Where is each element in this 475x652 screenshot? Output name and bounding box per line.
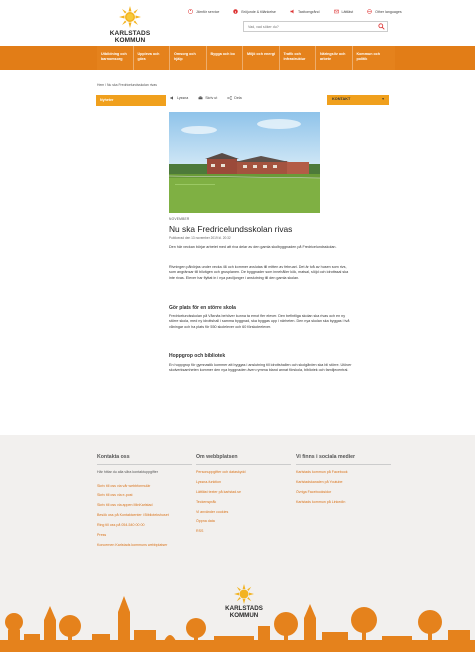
speaker-icon	[290, 9, 294, 14]
nav-item-trafik[interactable]: Trafik och infrastruktur	[280, 46, 316, 70]
footer-link[interactable]: Skriv till oss via vår webbformulär	[97, 484, 192, 489]
logo-text: KARLSTADS KOMMUN	[109, 30, 151, 44]
footer-link[interactable]: Lättläst texter på karlstad.se	[196, 490, 291, 495]
article-title: Nu ska Fredricelundsskolan rivas	[169, 224, 293, 234]
published-date: Publicerad den 13 november 2019 kl. 20:3…	[169, 236, 231, 240]
footer-heading: Kontakta oss	[97, 454, 192, 465]
listen-label: Lyssna	[177, 96, 189, 100]
article-paragraph: Fredricelundsskolan på Våxnäs behöver ku…	[169, 314, 350, 329]
footer-link[interactable]: Övriga Facebooksidor	[296, 490, 391, 495]
footer-link[interactable]: Skriv till oss via e-post	[97, 493, 192, 498]
footer-logo[interactable]: KARLSTADS KOMMUN	[212, 584, 276, 619]
article-hero-image	[169, 112, 320, 213]
print-icon	[198, 96, 203, 100]
top-link-label: Other languages	[375, 9, 402, 14]
footer-social-column: Vi finns i sociala medier Karlstads komm…	[296, 454, 391, 510]
footer-link[interactable]: Press	[97, 533, 192, 538]
share-label: Dela	[234, 96, 242, 100]
print-button[interactable]: Skriv ut	[198, 96, 217, 100]
footer-link[interactable]: Öppna data	[196, 519, 291, 524]
nav-item-naringsliv[interactable]: Näringsliv och arbete	[316, 46, 353, 70]
nav-item-utbildning[interactable]: Utbildning och barnomsorg	[97, 46, 134, 70]
footer-link[interactable]: Karlstads kommun på Facebook	[296, 470, 391, 475]
article-paragraph: En hoppgrop för gymnastik kommer att byg…	[169, 363, 352, 373]
listen-button[interactable]: Lyssna	[170, 96, 188, 100]
article-subheading: Hoppgrop och bibliotek	[169, 353, 226, 359]
nav-right-filler	[395, 46, 475, 70]
top-link-2[interactable]: Bröjunde & tillänkelse	[233, 9, 276, 14]
footer-link[interactable]: Skriv till oss via appen MinKarlstad	[97, 503, 192, 508]
share-icon	[227, 96, 232, 100]
nav-item-miljo[interactable]: Miljö och energi	[243, 46, 280, 70]
footer-contact-intro[interactable]: Här hittar du alla våra kontaktuppgifter	[97, 470, 192, 475]
share-button[interactable]: Dela	[227, 96, 242, 100]
footer-link[interactable]: Karlstadskanalen på Youtube	[296, 480, 391, 485]
article-subheading: Gör plats för en större skola	[169, 305, 236, 311]
top-link-label: Bröjunde & tillänkelse	[241, 9, 276, 14]
contact-label: KONTAKT	[332, 97, 351, 101]
nav-items: Utbildning och barnomsorg Uppleva och gö…	[97, 46, 389, 70]
info-icon	[233, 9, 239, 14]
print-label: Skriv ut	[205, 96, 218, 100]
footer-heading: Vi finns i sociala medier	[296, 454, 391, 465]
footer-heading: Om webbplatsen	[196, 454, 291, 465]
footer-link[interactable]: Karlstads kommun på LinkedIn	[296, 500, 391, 505]
footer-link[interactable]: Koncernen Karlstads kommuns webbplatser	[97, 543, 192, 548]
footer-link[interactable]: Ring till oss på 054-540 00 00	[97, 523, 192, 528]
article-paragraph: Rivningen påbörjas under vecka 46 och ko…	[169, 265, 349, 280]
globe-icon	[367, 9, 372, 14]
top-link-label: Taxitomgrånd	[297, 9, 320, 14]
contact-button[interactable]: KONTAKT ▾	[327, 95, 389, 105]
article-tools: Lyssna Skriv ut Dela	[170, 96, 242, 100]
speaker-icon	[170, 96, 173, 100]
search-box	[243, 21, 388, 32]
footer-link[interactable]: Personuppgifter och dataskydd	[196, 470, 291, 475]
footer-contact-column: Kontakta oss Här hittar du alla våra kon…	[97, 454, 192, 553]
top-link-label: Jämför service	[196, 9, 220, 14]
top-links: Jämför service Bröjunde & tillänkelse Ta…	[188, 9, 402, 14]
accessibility-icon	[188, 9, 193, 14]
top-link-3[interactable]: Taxitomgrånd	[290, 9, 320, 14]
top-link-label: Lättläst	[341, 9, 354, 14]
article-intro: Den här veckan börjar arbetet med att ri…	[169, 245, 337, 249]
article-kicker: NOVEMBER	[169, 217, 190, 221]
site-header: KARLSTADS KOMMUN Jämför service Bröjunde…	[0, 0, 475, 46]
top-link-4[interactable]: Lättläst	[333, 9, 354, 14]
footer-link[interactable]: Besök oss på Kontaktcenter i Biblioteksh…	[97, 513, 192, 518]
footer-link[interactable]: RSS	[196, 529, 291, 534]
nav-item-kommun[interactable]: Kommun och politik	[353, 46, 390, 70]
footer-link[interactable]: Teckenspråk	[196, 500, 291, 505]
footer-link[interactable]: Vi använder cookies	[196, 510, 291, 515]
sun-logo-icon	[119, 6, 141, 28]
nav-left-filler	[0, 46, 97, 70]
nav-item-bygga[interactable]: Bygga och bo	[207, 46, 243, 70]
top-link-5[interactable]: Other languages	[367, 9, 402, 14]
nav-item-uppleva[interactable]: Uppleva och göra	[134, 46, 170, 70]
main-nav: Utbildning och barnomsorg Uppleva och gö…	[0, 46, 475, 70]
sun-logo-icon	[234, 584, 254, 604]
search-icon[interactable]	[377, 23, 386, 30]
footer-logo-text: KARLSTADS KOMMUN	[225, 605, 263, 619]
search-input[interactable]	[244, 22, 374, 31]
sidebar-item-nyheter[interactable]: Nyheter	[96, 95, 166, 106]
mail-icon	[333, 9, 339, 14]
footer-website-column: Om webbplatsen Personuppgifter och datas…	[196, 454, 291, 539]
footer-link[interactable]: Lyssna-funktion	[196, 480, 291, 485]
top-link-1[interactable]: Jämför service	[188, 9, 219, 14]
chevron-down-icon: ▾	[382, 97, 384, 101]
nav-item-omsorg[interactable]: Omsorg och hjälp	[170, 46, 207, 70]
breadcrumb[interactable]: Hem / Nu ska Fredricelundsskolan rivas	[97, 83, 157, 87]
site-logo[interactable]: KARLSTADS KOMMUN	[98, 6, 162, 44]
